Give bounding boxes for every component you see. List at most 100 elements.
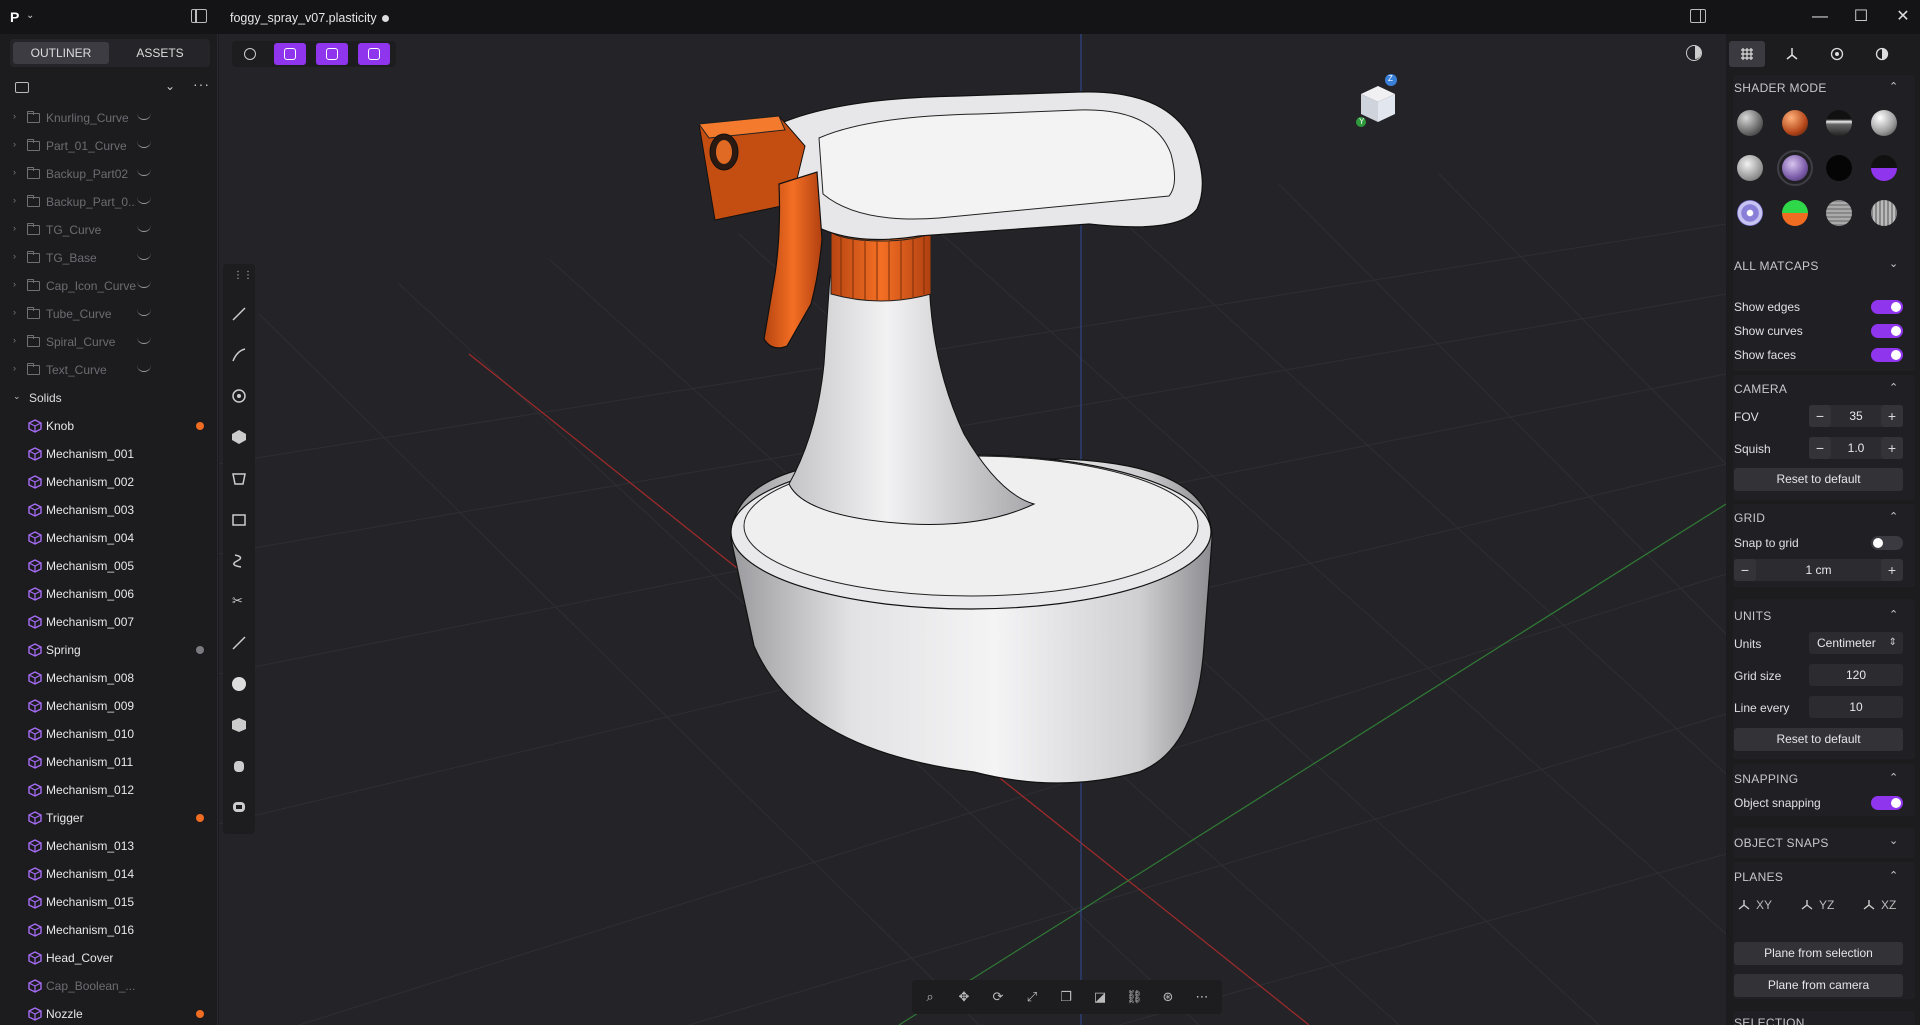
plane-from-selection-button[interactable]: Plane from selection	[1734, 942, 1903, 965]
matcap-copper[interactable]	[1782, 110, 1808, 136]
view-cube[interactable]: Z Y	[1353, 74, 1403, 134]
matcap-clay[interactable]	[1737, 155, 1763, 181]
duplicate-icon[interactable]: ❐	[1058, 989, 1074, 1005]
show-faces-toggle[interactable]	[1871, 348, 1903, 362]
outliner-solid-item[interactable]: Mechanism_009	[0, 692, 217, 720]
outliner-solid-item[interactable]: Knob	[0, 412, 217, 440]
selection-title[interactable]: SELECTION	[1734, 1016, 1805, 1025]
panel-layout-icon[interactable]	[1690, 9, 1706, 23]
outliner-solid-item[interactable]: Mechanism_012	[0, 776, 217, 804]
3d-viewport[interactable]: Z Y	[219, 34, 1726, 1025]
edge-mode-button[interactable]	[358, 43, 390, 65]
search-icon[interactable]: ⌕	[922, 989, 938, 1005]
outliner-solid-item[interactable]: Mechanism_010	[0, 720, 217, 748]
expand-chevron-icon[interactable]: ›	[13, 195, 16, 205]
collapse-chevron-icon[interactable]: ⌃	[1889, 510, 1898, 523]
tab-viewport-settings[interactable]	[1729, 41, 1765, 67]
tab-transform[interactable]	[1774, 41, 1810, 67]
collapse-chevron-icon[interactable]: ⌃	[1889, 80, 1898, 93]
collapse-chevron-icon[interactable]: ⌃	[1889, 869, 1898, 882]
outliner-solid-item[interactable]: Cap_Boolean_...	[0, 972, 217, 1000]
squish-increment-button[interactable]: +	[1881, 437, 1903, 459]
select-mode-button[interactable]	[234, 43, 266, 65]
collapse-chevron-icon[interactable]: ⌄	[13, 391, 21, 402]
extrude-tool-icon[interactable]	[231, 470, 247, 486]
outliner-solid-item[interactable]: Mechanism_013	[0, 832, 217, 860]
rotate-icon[interactable]: ⟳	[990, 989, 1006, 1005]
matcap-striped[interactable]	[1826, 200, 1852, 226]
cut-tool-icon[interactable]: ✂	[231, 593, 247, 610]
more-tools-icon[interactable]: ⋯	[1194, 989, 1210, 1005]
expand-chevron-icon[interactable]: ›	[13, 139, 16, 149]
fov-decrement-button[interactable]: −	[1809, 405, 1831, 427]
plane-yz-button[interactable]: YZ	[1801, 898, 1834, 912]
cube-tool-icon[interactable]	[231, 717, 247, 733]
grid-size-value[interactable]: 1 cm	[1756, 559, 1881, 581]
minimize-button[interactable]: —	[1800, 4, 1840, 30]
camera-reset-button[interactable]: Reset to default	[1734, 468, 1903, 491]
all-matcaps-title[interactable]: ALL MATCAPS	[1734, 259, 1819, 273]
tab-assets[interactable]: ASSETS	[112, 42, 208, 64]
outliner-solid-item[interactable]: Spring	[0, 636, 217, 664]
outliner-curve-group[interactable]: › TG_Curve	[0, 216, 217, 244]
matcap-black[interactable]	[1826, 155, 1852, 181]
move-icon[interactable]: ✥	[956, 989, 972, 1005]
tab-outliner[interactable]: OUTLINER	[13, 42, 109, 64]
fov-increment-button[interactable]: +	[1881, 405, 1903, 427]
grip-icon[interactable]: ⋮⋮	[231, 270, 253, 286]
outliner-solid-item[interactable]: Mechanism_016	[0, 916, 217, 944]
outliner-solid-item[interactable]: Mechanism_003	[0, 496, 217, 524]
sidebar-toggle-icon[interactable]	[191, 9, 207, 23]
matcap-half-purple[interactable]	[1871, 155, 1897, 181]
outliner-section-solids[interactable]: ⌄ Solids	[0, 384, 217, 412]
curve-tool-icon[interactable]	[231, 347, 247, 363]
boolean-icon[interactable]: ◪	[1092, 989, 1108, 1005]
matcap-chrome[interactable]	[1826, 110, 1852, 136]
intersect-icon[interactable]: ⊛	[1160, 989, 1176, 1005]
fillet-tool-icon[interactable]	[231, 635, 247, 651]
circle-tool-icon[interactable]	[231, 388, 247, 404]
object-snapping-toggle[interactable]	[1871, 796, 1903, 810]
expand-chevron-icon[interactable]: ›	[13, 111, 16, 121]
grid-size-increment-button[interactable]: +	[1881, 559, 1903, 581]
outliner-solid-item[interactable]: Mechanism_008	[0, 664, 217, 692]
matcap-purple-selected[interactable]	[1777, 150, 1813, 186]
sphere-tool-icon[interactable]	[231, 676, 247, 692]
squish-stepper[interactable]: − 1.0 +	[1809, 437, 1903, 459]
outliner-solid-item[interactable]: Mechanism_015	[0, 888, 217, 916]
outliner-curve-group[interactable]: › Part_01_Curve	[0, 132, 217, 160]
close-button[interactable]: ✕	[1883, 4, 1920, 30]
box-tool-icon[interactable]	[231, 512, 247, 528]
outliner-solid-item[interactable]: Mechanism_014	[0, 860, 217, 888]
spline-tool-icon[interactable]	[231, 553, 247, 569]
more-icon[interactable]: ···	[193, 76, 210, 92]
tab-appearance[interactable]	[1864, 41, 1900, 67]
app-logo[interactable]: P	[10, 9, 19, 25]
outliner-solid-item[interactable]: Trigger	[0, 804, 217, 832]
new-group-icon[interactable]	[15, 82, 29, 93]
shell-tool-icon[interactable]	[231, 799, 247, 815]
show-edges-toggle[interactable]	[1871, 300, 1903, 314]
line-tool-icon[interactable]	[231, 306, 247, 322]
grid-size-decrement-button[interactable]: −	[1734, 559, 1756, 581]
maximize-button[interactable]: ☐	[1841, 4, 1881, 30]
fov-value[interactable]: 35	[1831, 405, 1881, 427]
face-mode-button[interactable]	[274, 43, 306, 65]
plane-from-camera-button[interactable]: Plane from camera	[1734, 974, 1903, 997]
outliner-curve-group[interactable]: › TG_Base	[0, 244, 217, 272]
outliner-solid-item[interactable]: Mechanism_002	[0, 468, 217, 496]
expand-chevron-icon[interactable]: ›	[13, 307, 16, 317]
filter-chevron-icon[interactable]: ⌄	[165, 79, 175, 93]
outliner-solid-item[interactable]: Mechanism_005	[0, 552, 217, 580]
expand-chevron-icon[interactable]: ›	[13, 335, 16, 345]
expand-chevron-icon[interactable]: ⌄	[1889, 834, 1898, 847]
outliner-curve-group[interactable]: › Cap_Icon_Curve	[0, 272, 217, 300]
outliner-solid-item[interactable]: Nozzle	[0, 1000, 217, 1025]
plane-xy-button[interactable]: XY	[1738, 898, 1772, 912]
app-menu-chevron-icon[interactable]: ⌄	[26, 10, 34, 21]
matcap-lines[interactable]	[1871, 200, 1897, 226]
tab-render[interactable]	[1819, 41, 1855, 67]
outliner-solid-item[interactable]: Mechanism_001	[0, 440, 217, 468]
cylinder-tool-icon[interactable]	[231, 758, 247, 774]
show-curves-toggle[interactable]	[1871, 324, 1903, 338]
